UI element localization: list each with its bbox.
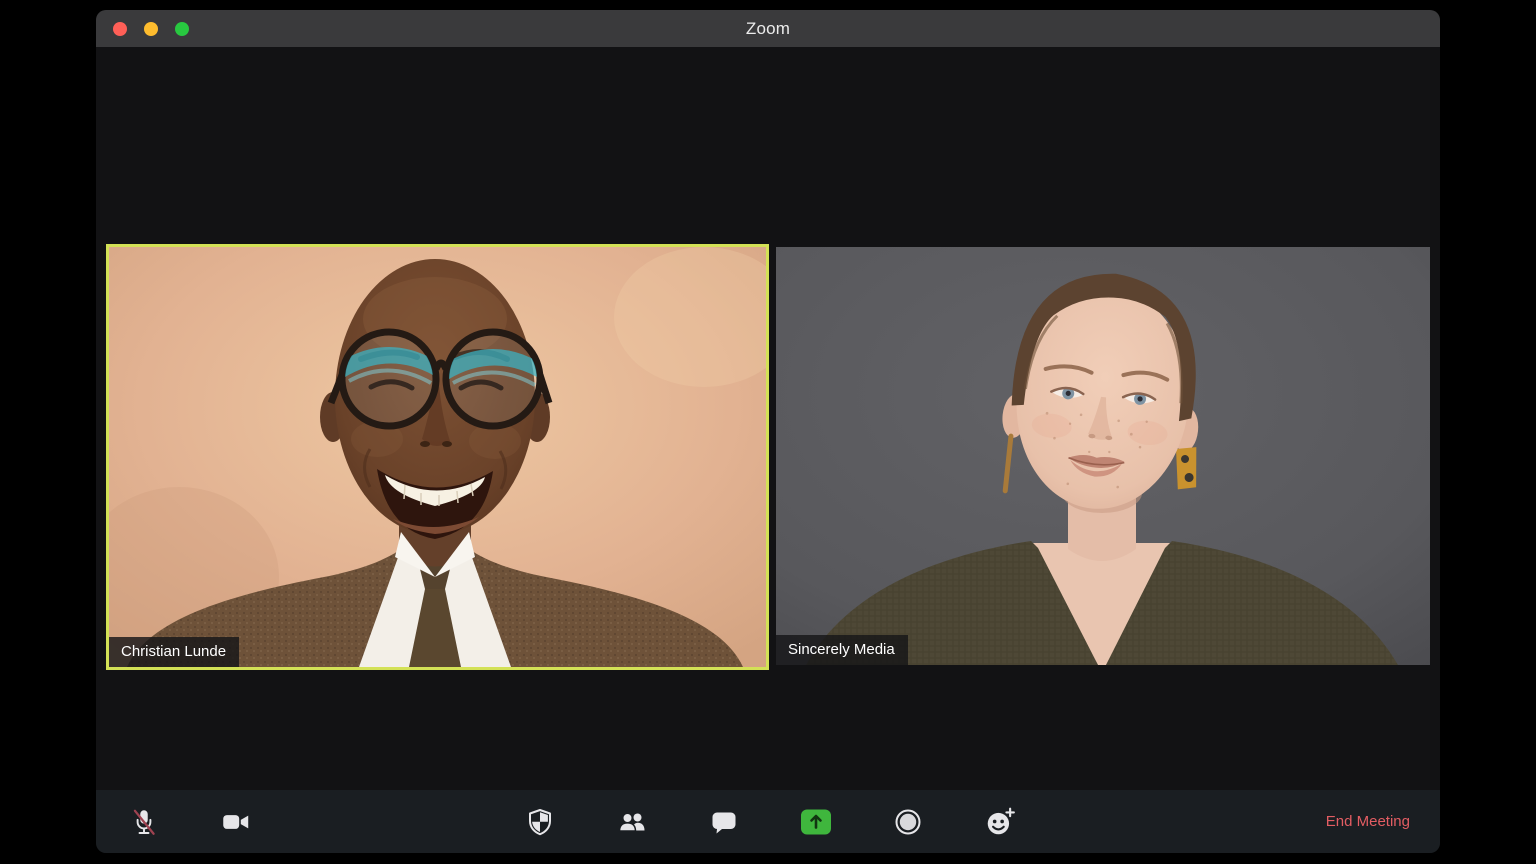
- shield-icon: [529, 808, 551, 835]
- security-button[interactable]: [494, 790, 586, 853]
- mute-button[interactable]: [98, 790, 190, 853]
- chat-button[interactable]: [678, 790, 770, 853]
- participants-button[interactable]: [586, 790, 678, 853]
- start-video-button[interactable]: [190, 790, 282, 853]
- record-button[interactable]: [862, 790, 954, 853]
- reactions-button[interactable]: [954, 790, 1046, 853]
- video-camera-icon: [223, 814, 249, 829]
- reactions-smiley-plus-icon: [987, 807, 1015, 834]
- toolbar-tools-group: [494, 790, 1046, 853]
- participant-name-label: Sincerely Media: [776, 635, 908, 665]
- video-tile-sincerely-media[interactable]: Sincerely Media: [776, 247, 1430, 665]
- participant-name-label: Christian Lunde: [109, 637, 240, 667]
- record-circle-icon: [895, 809, 921, 834]
- titlebar[interactable]: Zoom: [96, 10, 1440, 47]
- video-tile-christian-lunde[interactable]: Christian Lunde: [106, 244, 769, 670]
- zoom-app-window: Zoom Christian Lunde Sincerely Media End…: [96, 10, 1440, 853]
- share-screen-button[interactable]: [770, 790, 862, 853]
- video-feed-christian-lunde: [109, 247, 766, 667]
- meeting-toolbar: End Meeting: [96, 790, 1440, 853]
- participants-icon: [618, 811, 645, 832]
- chat-bubble-icon: [712, 812, 736, 833]
- share-screen-arrow-icon: [801, 809, 831, 834]
- end-meeting-button[interactable]: End Meeting: [1326, 790, 1410, 853]
- window-title: Zoom: [745, 18, 791, 38]
- video-feed-sincerely-media: [776, 247, 1430, 665]
- toolbar-av-group: [98, 790, 282, 853]
- video-grid: Christian Lunde Sincerely Media: [96, 47, 1440, 790]
- microphone-muted-icon: [133, 809, 155, 835]
